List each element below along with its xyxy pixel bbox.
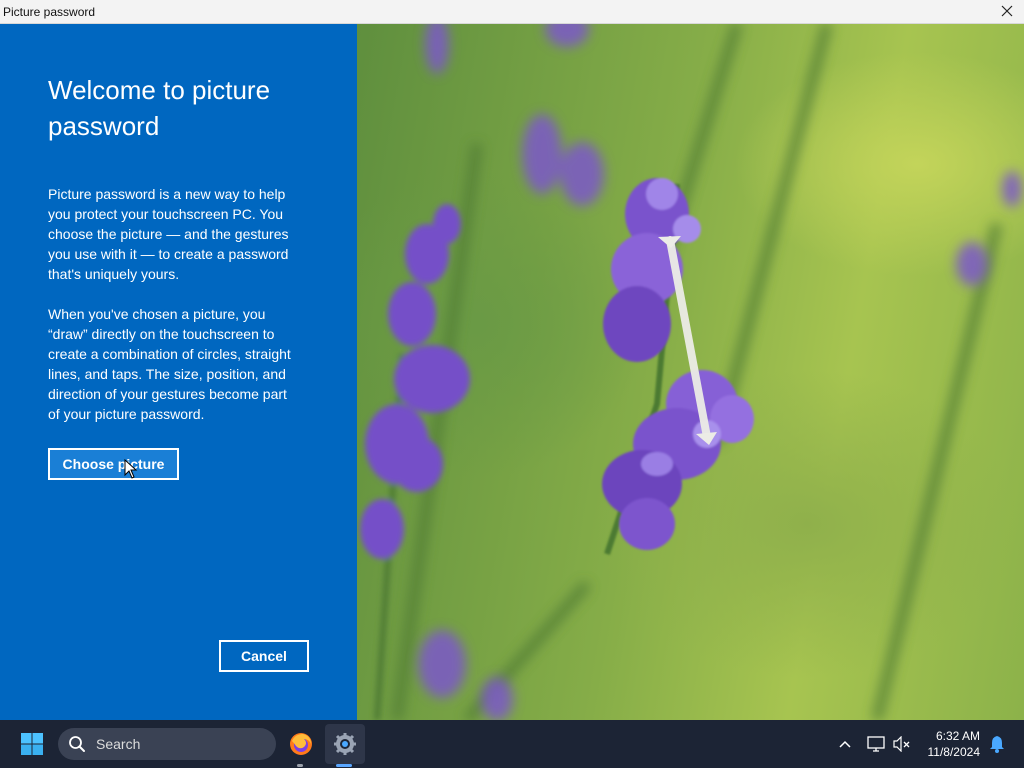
close-icon [1001, 5, 1013, 17]
page-title: Welcome to picture password [48, 75, 271, 141]
title-bar: Picture password [0, 0, 1024, 24]
clock-date: 11/8/2024 [927, 745, 981, 759]
choose-picture-button[interactable]: Choose picture [48, 448, 179, 480]
taskbar-firefox[interactable] [284, 728, 318, 760]
search-box[interactable]: Search [58, 728, 276, 760]
firefox-icon [290, 733, 312, 755]
mouse-cursor-icon [124, 459, 138, 479]
settings-icon [334, 733, 356, 755]
settings-active-indicator [336, 764, 352, 767]
start-button[interactable] [16, 728, 48, 760]
volume-muted-icon [893, 736, 910, 752]
clock-time: 6:32 AM [935, 729, 980, 743]
firefox-running-indicator [297, 764, 303, 767]
network-status[interactable] [864, 732, 888, 756]
instructions-paragraph: When you've chosen a picture, you “draw”… [48, 306, 291, 422]
chevron-up-icon [839, 740, 851, 748]
intro-paragraph: Picture password is a new way to help yo… [48, 186, 289, 282]
notifications-button[interactable] [986, 732, 1008, 756]
window-title: Picture password [3, 5, 96, 19]
notification-bell-icon [990, 736, 1004, 753]
search-placeholder: Search [96, 736, 141, 752]
info-panel: Welcome to picture password Picture pass… [0, 24, 357, 720]
lavender-photo [360, 24, 1022, 720]
sample-picture [357, 24, 1024, 720]
volume-status[interactable] [890, 732, 914, 756]
windows-start-icon [21, 733, 43, 755]
clock[interactable]: 6:32 AM 11/8/2024 [928, 728, 981, 760]
show-hidden-icons-button[interactable] [834, 732, 856, 756]
close-button[interactable] [996, 1, 1018, 21]
network-icon [867, 736, 885, 752]
taskbar-settings[interactable] [325, 724, 365, 764]
cancel-button[interactable]: Cancel [219, 640, 309, 672]
taskbar: Search 6:32 AM 11/8/2024 [0, 720, 1024, 768]
search-icon [69, 736, 85, 752]
